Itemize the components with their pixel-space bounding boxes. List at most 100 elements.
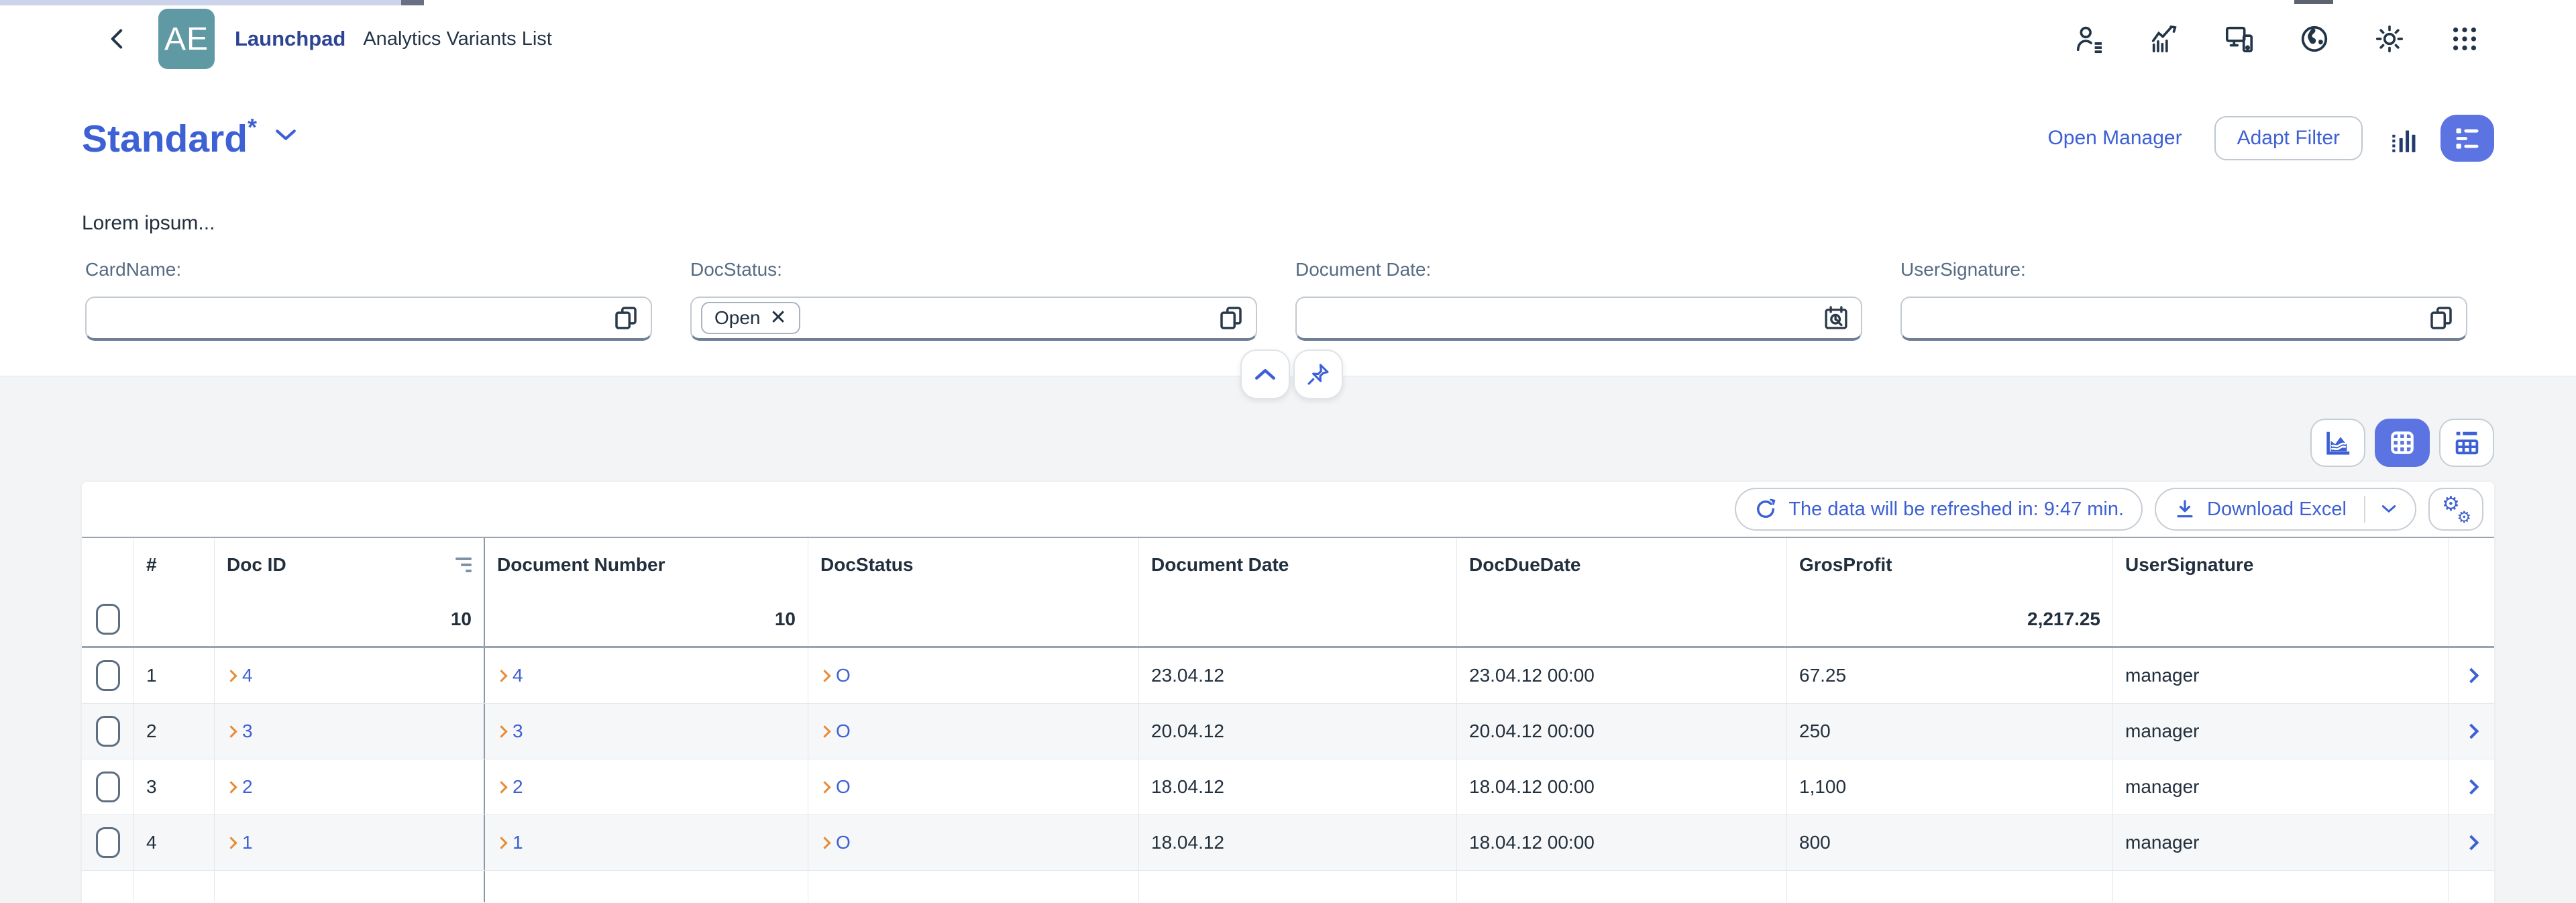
area-chart-icon [2322,427,2353,458]
filter-bar: CardName: DocStatus: Open ✕ Document Dat… [85,259,2467,341]
app-grid-button[interactable] [2449,23,2480,54]
pin-icon [1305,362,1331,387]
variant-selector[interactable]: Standard* [82,118,297,158]
user-account-button[interactable] [2074,23,2104,54]
row-checkbox[interactable] [96,660,120,691]
table-row[interactable]: 4 1 1 O 18.04.12 18.04.12 00:00 800 mana… [82,815,2494,871]
back-button[interactable] [102,23,134,55]
select-all-checkbox[interactable] [96,604,120,635]
column-doc-due-date[interactable]: DocDueDate [1457,538,1787,592]
value-help-icon[interactable] [1217,304,1245,332]
expand-chevron-icon [495,670,507,682]
filter-fields-button[interactable] [2440,115,2494,162]
title-actions: Open Manager Adapt Filter [2047,115,2494,162]
filter-card-name: CardName: [85,259,652,341]
expand-chevron-icon [225,837,237,849]
theme-sun-button[interactable] [2374,23,2405,54]
date-picker-icon[interactable] [1822,304,1850,332]
value-help-icon[interactable] [612,304,640,332]
row-checkbox[interactable] [96,772,120,802]
totals-doc-status [808,592,1139,646]
token-remove-icon[interactable]: ✕ [770,308,787,328]
filter-user-signature: UserSignature: [1900,259,2467,341]
row-index: 4 [134,815,215,870]
column-index[interactable]: # [134,538,215,592]
expand-chevron-icon [818,837,830,849]
doc-due-date-cell: 23.04.12 00:00 [1457,648,1787,703]
document-number-link[interactable]: 2 [513,776,523,798]
doc-status-token[interactable]: Open ✕ [701,302,800,334]
doc-status-link[interactable]: O [836,721,851,742]
doc-id-link[interactable]: 3 [242,721,253,742]
adapt-filter-button[interactable]: Adapt Filter [2214,116,2363,160]
doc-status-link[interactable]: O [836,832,851,853]
chart-table-view-button[interactable] [2439,419,2494,467]
doc-status-link[interactable]: O [836,776,851,798]
card-name-input[interactable] [85,297,652,341]
collapse-filter-bar-button[interactable] [1240,350,1290,399]
table-row[interactable]: 1 4 4 O 23.04.12 23.04.12 00:00 67.25 ma… [82,648,2494,704]
expand-chevron-icon [225,781,237,793]
table-view-button[interactable] [2375,419,2430,467]
row-checkbox[interactable] [96,716,120,747]
document-date-cell: 20.04.12 [1139,704,1457,759]
trend-chart-button[interactable] [2149,23,2180,54]
globe-button[interactable] [2299,23,2330,54]
document-number-link[interactable]: 1 [513,832,523,853]
user-signature-input[interactable] [1900,297,2467,341]
document-number-link[interactable]: 3 [513,721,523,742]
table-card: The data will be refreshed in: 9:47 min.… [82,482,2494,903]
column-user-signature[interactable]: UserSignature [2113,538,2449,592]
doc-id-link[interactable]: 4 [242,665,253,686]
expand-chevron-icon [495,781,507,793]
table-settings-button[interactable]: ⚙ ⚙ [2428,488,2483,531]
document-date-label: Document Date: [1295,259,1862,280]
doc-id-link[interactable]: 1 [242,832,253,853]
expand-chevron-icon [495,725,507,737]
column-filter-icon[interactable] [455,557,472,572]
refresh-button[interactable]: The data will be refreshed in: 9:47 min. [1735,488,2143,531]
document-date-cell: 18.04.12 [1139,759,1457,814]
column-gros-profit[interactable]: GrosProfit [1787,538,2113,592]
row-navigation-chevron-icon[interactable] [2464,724,2479,739]
visual-filter-bar-button[interactable] [2385,119,2423,157]
app-name: Launchpad [235,27,345,51]
column-doc-id[interactable]: Doc ID [215,538,485,592]
gros-profit-cell: 250 [1787,704,2113,759]
row-navigation-chevron-icon[interactable] [2464,668,2479,684]
document-date-cell: 18.04.12 [1139,815,1457,870]
doc-id-link[interactable]: 2 [242,776,253,798]
trend-chart-icon [2149,23,2180,54]
row-navigation-chevron-icon[interactable] [2464,780,2479,795]
token-label: Open [714,307,761,329]
download-icon [2174,498,2196,521]
devices-button[interactable] [2224,23,2255,54]
app-logo[interactable]: AE [158,9,215,69]
table-row[interactable]: 2 3 3 O 20.04.12 20.04.12 00:00 250 mana… [82,704,2494,759]
expand-chevron-icon [818,781,830,793]
column-doc-status[interactable]: DocStatus [808,538,1139,592]
totals-doc-due-date [1457,592,1787,646]
expand-chevron-icon [225,725,237,737]
variant-title-row: Standard* Open Manager Adapt Filter [0,99,2576,177]
doc-status-label: DocStatus: [690,259,1257,280]
open-manager-link[interactable]: Open Manager [2047,127,2182,150]
value-help-icon[interactable] [2427,304,2455,332]
expand-chevron-icon [225,670,237,682]
row-checkbox[interactable] [96,827,120,858]
column-document-number[interactable]: Document Number [485,538,808,592]
download-excel-button[interactable]: Download Excel [2155,488,2416,531]
row-navigation-chevron-icon[interactable] [2464,835,2479,851]
document-date-input[interactable] [1295,297,1862,341]
column-document-date[interactable]: Document Date [1139,538,1457,592]
chart-view-button[interactable] [2310,419,2365,467]
doc-status-link[interactable]: O [836,665,851,686]
table-row[interactable]: 3 2 2 O 18.04.12 18.04.12 00:00 1,100 ma… [82,759,2494,815]
totals-doc-id: 10 [215,592,485,646]
header-navigation-cell [2449,538,2494,592]
table-grid-icon [2387,428,2417,458]
chart-table-icon [2451,427,2482,458]
pin-filter-bar-button[interactable] [1293,350,1343,399]
document-number-link[interactable]: 4 [513,665,523,686]
doc-status-input[interactable]: Open ✕ [690,297,1257,341]
